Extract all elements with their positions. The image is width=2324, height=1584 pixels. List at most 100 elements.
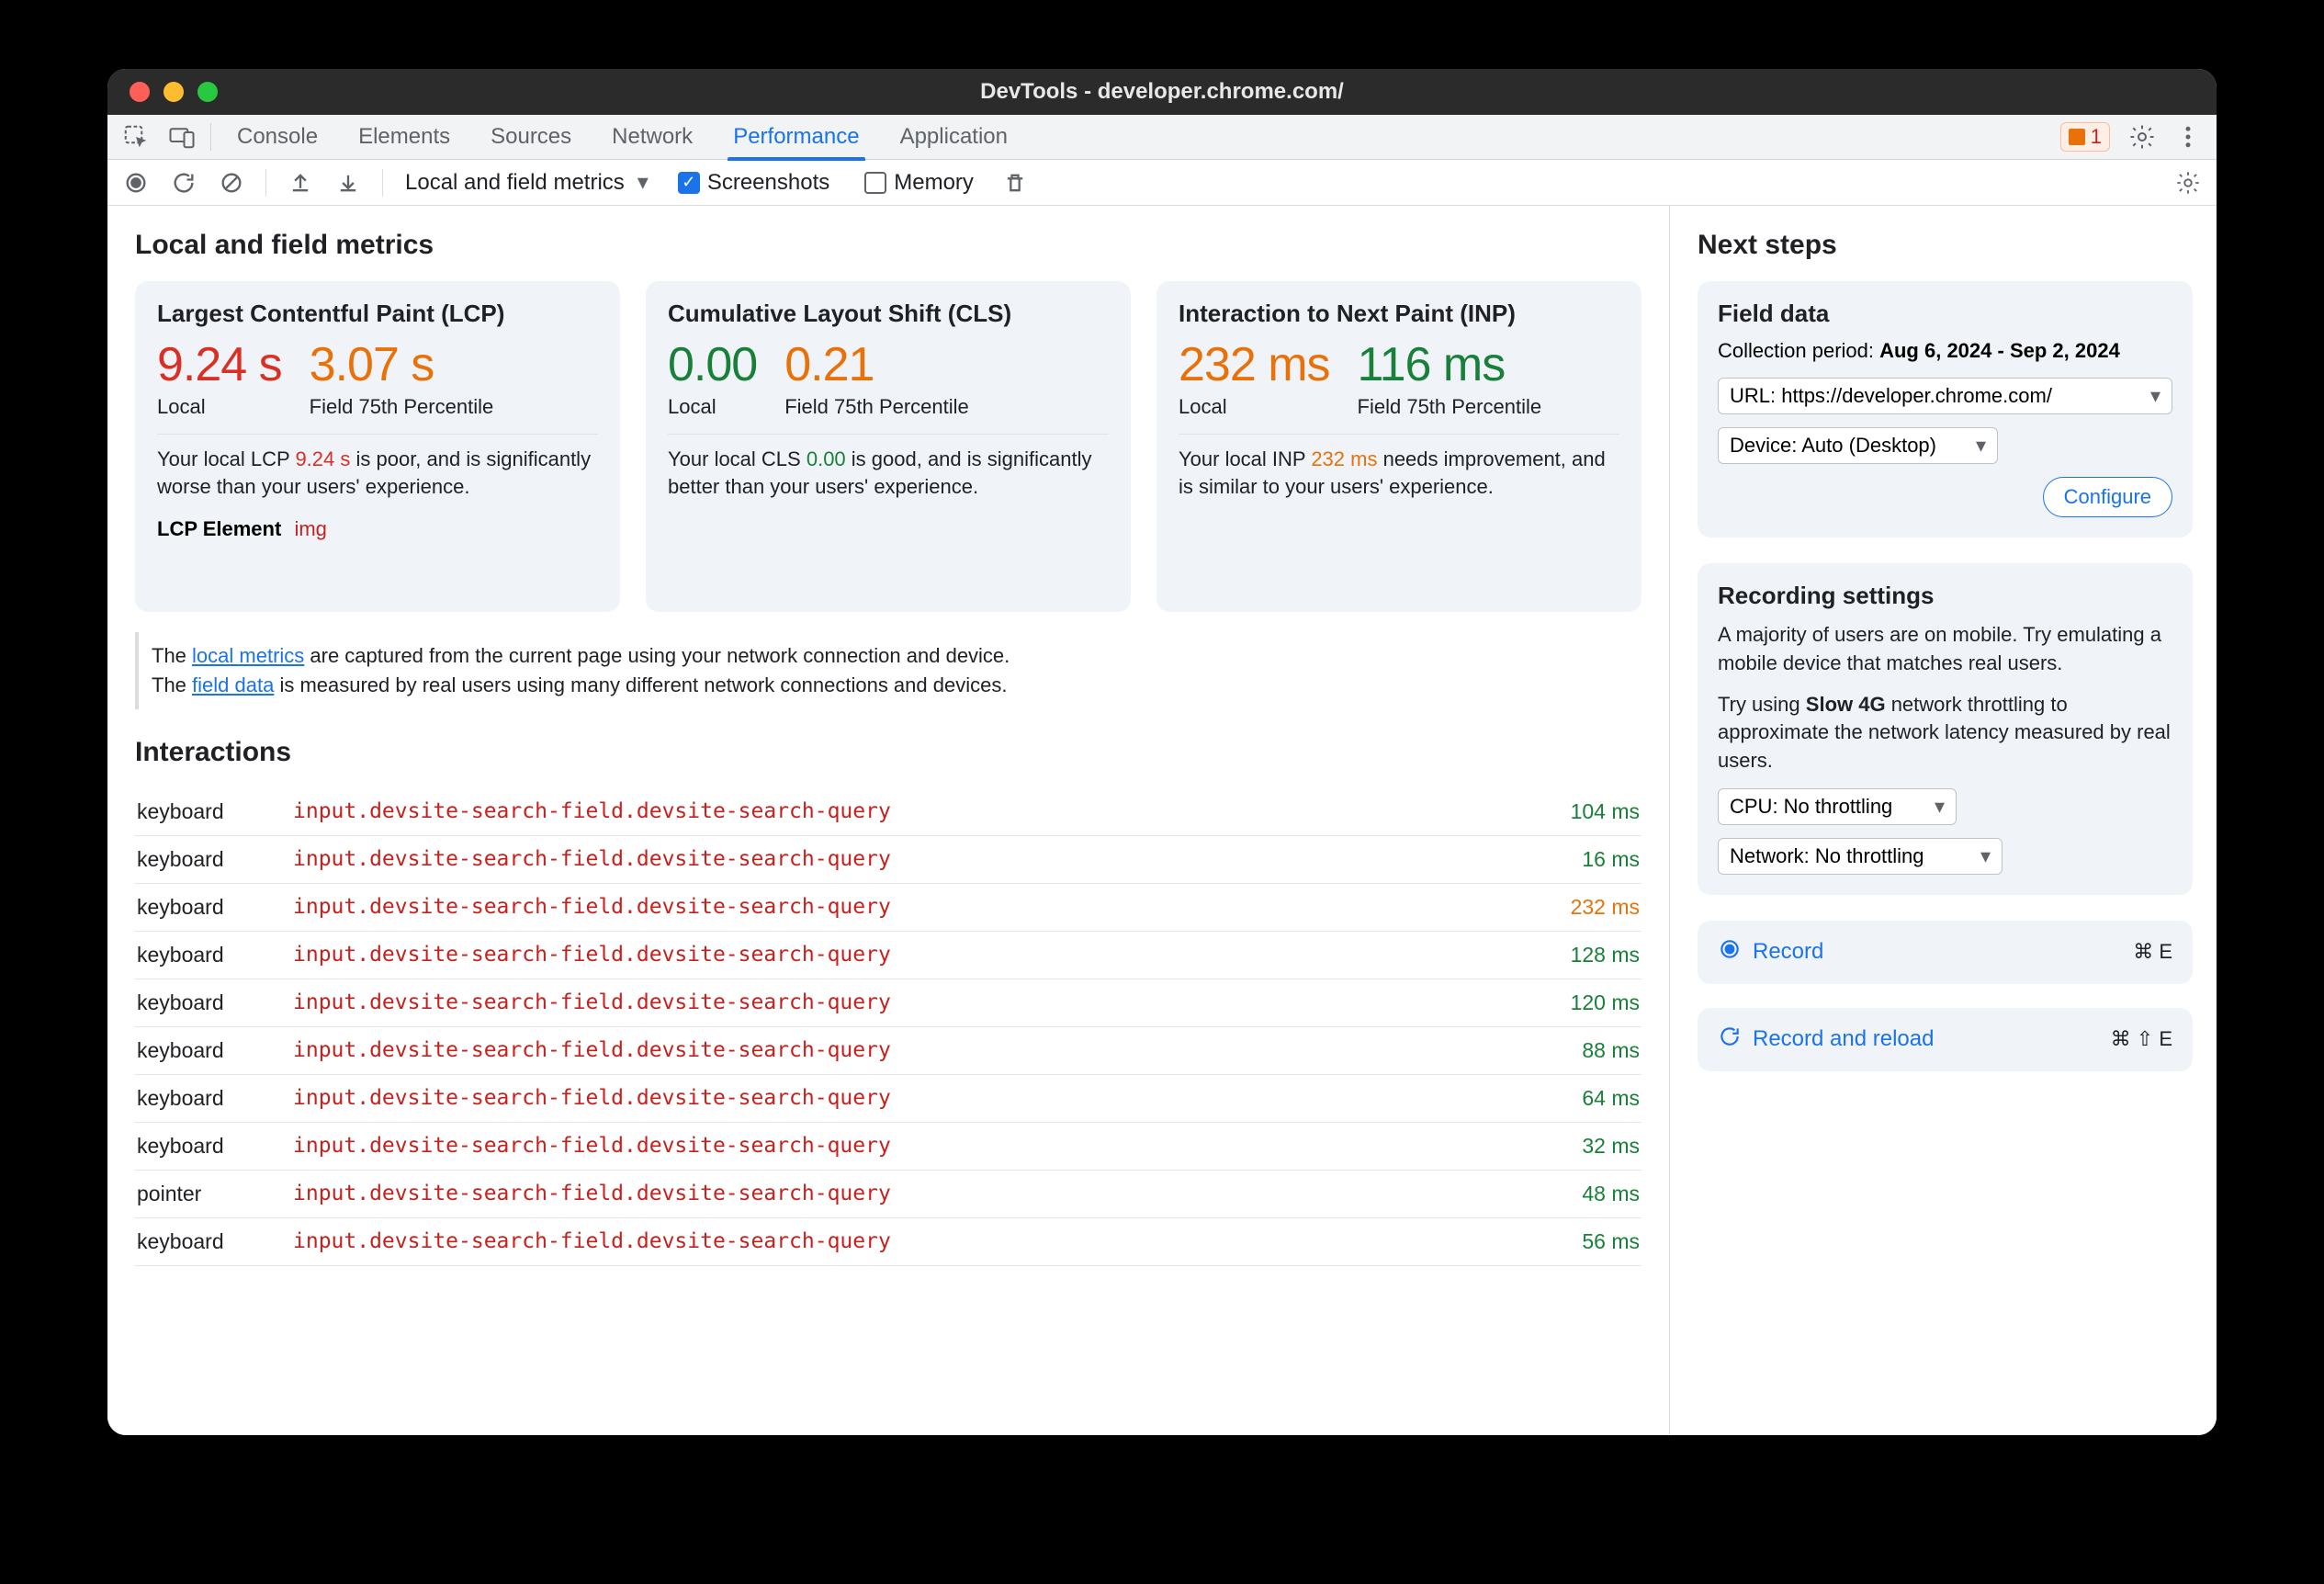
interaction-selector: input.devsite-search-field.devsite-searc…	[293, 847, 1520, 871]
field-data-panel: Field data Collection period: Aug 6, 202…	[1698, 281, 2193, 537]
interaction-duration: 64 ms	[1520, 1086, 1640, 1111]
interaction-type: keyboard	[137, 1134, 293, 1159]
inp-field-label: Field 75th Percentile	[1358, 395, 1542, 419]
issues-badge[interactable]: 1	[2060, 122, 2110, 152]
minimize-window-button[interactable]	[164, 82, 184, 102]
interaction-type: keyboard	[137, 943, 293, 967]
devtools-window: DevTools - developer.chrome.com/ Console…	[107, 69, 2217, 1435]
interaction-duration: 32 ms	[1520, 1134, 1640, 1159]
zoom-window-button[interactable]	[197, 82, 218, 102]
checkbox-icon	[864, 172, 886, 194]
network-throttle-select[interactable]: Network: No throttling ▾	[1718, 838, 2002, 875]
field-data-title: Field data	[1718, 300, 2172, 328]
interaction-row[interactable]: keyboardinput.devsite-search-field.devsi…	[135, 979, 1641, 1027]
configure-button[interactable]: Configure	[2043, 477, 2172, 517]
interaction-selector: input.devsite-search-field.devsite-searc…	[293, 943, 1520, 967]
traffic-lights	[130, 82, 218, 102]
interactions-heading: Interactions	[135, 737, 1641, 768]
device-select[interactable]: Device: Auto (Desktop) ▾	[1718, 427, 1998, 464]
record-shortcut: ⌘ E	[2133, 940, 2172, 964]
memory-checkbox[interactable]: Memory	[864, 170, 974, 196]
tab-performance[interactable]: Performance	[713, 115, 879, 160]
settings-icon[interactable]	[2119, 115, 2165, 160]
reload-icon	[1718, 1024, 1742, 1055]
window-title: DevTools - developer.chrome.com/	[107, 79, 2217, 105]
interaction-row[interactable]: keyboardinput.devsite-search-field.devsi…	[135, 788, 1641, 836]
record-reload-action[interactable]: Record and reload ⌘ ⇧ E	[1698, 1008, 2193, 1071]
panel-settings-icon[interactable]	[2169, 164, 2207, 202]
field-data-link[interactable]: field data	[192, 673, 274, 696]
inp-local-value: 232 ms	[1179, 339, 1330, 391]
tab-elements[interactable]: Elements	[338, 115, 470, 160]
interaction-selector: input.devsite-search-field.devsite-searc…	[293, 990, 1520, 1014]
clear-button[interactable]	[212, 164, 251, 202]
chevron-down-icon: ▾	[1976, 434, 1986, 458]
record-button[interactable]	[117, 164, 155, 202]
tab-network[interactable]: Network	[592, 115, 713, 160]
interaction-row[interactable]: pointerinput.devsite-search-field.devsit…	[135, 1171, 1641, 1218]
record-icon	[1718, 937, 1742, 967]
interaction-row[interactable]: keyboardinput.devsite-search-field.devsi…	[135, 1218, 1641, 1266]
lcp-advice: Your local LCP 9.24 s is poor, and is si…	[157, 446, 598, 500]
performance-toolbar: Local and field metrics ▾ ✓ Screenshots …	[107, 160, 2217, 206]
inp-card: Interaction to Next Paint (INP) 232 ms L…	[1156, 281, 1641, 612]
tab-sources[interactable]: Sources	[470, 115, 592, 160]
lcp-card: Largest Contentful Paint (LCP) 9.24 s Lo…	[135, 281, 620, 612]
interaction-selector: input.devsite-search-field.devsite-searc…	[293, 799, 1520, 823]
metrics-view-dropdown[interactable]: Local and field metrics ▾	[398, 169, 656, 196]
metrics-heading: Local and field metrics	[135, 230, 1641, 261]
recording-settings-title: Recording settings	[1718, 582, 2172, 610]
lcp-element-row[interactable]: LCP Element img	[157, 517, 598, 541]
cpu-throttle-select[interactable]: CPU: No throttling ▾	[1718, 788, 1957, 825]
interaction-selector: input.devsite-search-field.devsite-searc…	[293, 1229, 1520, 1253]
local-metrics-link[interactable]: local metrics	[192, 644, 304, 667]
interaction-selector: input.devsite-search-field.devsite-searc…	[293, 1182, 1520, 1205]
lcp-field-label: Field 75th Percentile	[310, 395, 494, 419]
reload-record-button[interactable]	[164, 164, 203, 202]
close-window-button[interactable]	[130, 82, 150, 102]
inspect-element-icon[interactable]	[113, 115, 159, 160]
interaction-selector: input.devsite-search-field.devsite-searc…	[293, 1134, 1520, 1158]
interaction-row[interactable]: keyboardinput.devsite-search-field.devsi…	[135, 836, 1641, 884]
chevron-down-icon: ▾	[637, 169, 649, 196]
next-steps-heading: Next steps	[1698, 230, 2193, 261]
interaction-duration: 56 ms	[1520, 1229, 1640, 1254]
tab-console[interactable]: Console	[217, 115, 338, 160]
cls-local-value: 0.00	[668, 339, 757, 391]
device-toolbar-icon[interactable]	[159, 115, 205, 160]
cls-field-label: Field 75th Percentile	[784, 395, 969, 419]
download-profile-button[interactable]	[329, 164, 367, 202]
interaction-type: keyboard	[137, 895, 293, 920]
screenshots-checkbox[interactable]: ✓ Screenshots	[678, 170, 829, 196]
metrics-note: The local metrics are captured from the …	[135, 632, 1641, 709]
garbage-collect-button[interactable]	[996, 164, 1034, 202]
lcp-field-value: 3.07 s	[310, 339, 494, 391]
record-action[interactable]: Record ⌘ E	[1698, 921, 2193, 984]
next-steps-column: Next steps Field data Collection period:…	[1669, 206, 2217, 1435]
interaction-row[interactable]: keyboardinput.devsite-search-field.devsi…	[135, 1075, 1641, 1123]
inp-field-value: 116 ms	[1358, 339, 1542, 391]
upload-profile-button[interactable]	[281, 164, 320, 202]
url-select[interactable]: URL: https://developer.chrome.com/ ▾	[1718, 378, 2172, 414]
lcp-title: Largest Contentful Paint (LCP)	[157, 300, 598, 328]
issues-count: 1	[2091, 125, 2102, 149]
interaction-row[interactable]: keyboardinput.devsite-search-field.devsi…	[135, 1123, 1641, 1171]
interaction-duration: 16 ms	[1520, 847, 1640, 872]
lcp-element-label: LCP Element	[157, 517, 281, 540]
cls-advice: Your local CLS 0.00 is good, and is sign…	[668, 446, 1109, 500]
metric-cards: Largest Contentful Paint (LCP) 9.24 s Lo…	[135, 281, 1641, 612]
inp-local-label: Local	[1179, 395, 1330, 419]
chevron-down-icon: ▾	[1980, 844, 1991, 868]
kebab-menu-icon[interactable]	[2165, 115, 2211, 160]
interaction-row[interactable]: keyboardinput.devsite-search-field.devsi…	[135, 884, 1641, 932]
record-reload-label: Record and reload	[1753, 1026, 1934, 1052]
interaction-row[interactable]: keyboardinput.devsite-search-field.devsi…	[135, 932, 1641, 979]
titlebar: DevTools - developer.chrome.com/	[107, 69, 2217, 115]
interaction-duration: 120 ms	[1520, 990, 1640, 1015]
tab-application[interactable]: Application	[880, 115, 1028, 160]
interaction-type: keyboard	[137, 1038, 293, 1063]
issues-icon	[2069, 129, 2085, 145]
metrics-view-label: Local and field metrics	[405, 170, 625, 196]
interaction-row[interactable]: keyboardinput.devsite-search-field.devsi…	[135, 1027, 1641, 1075]
collection-period: Collection period: Aug 6, 2024 - Sep 2, …	[1718, 339, 2172, 363]
